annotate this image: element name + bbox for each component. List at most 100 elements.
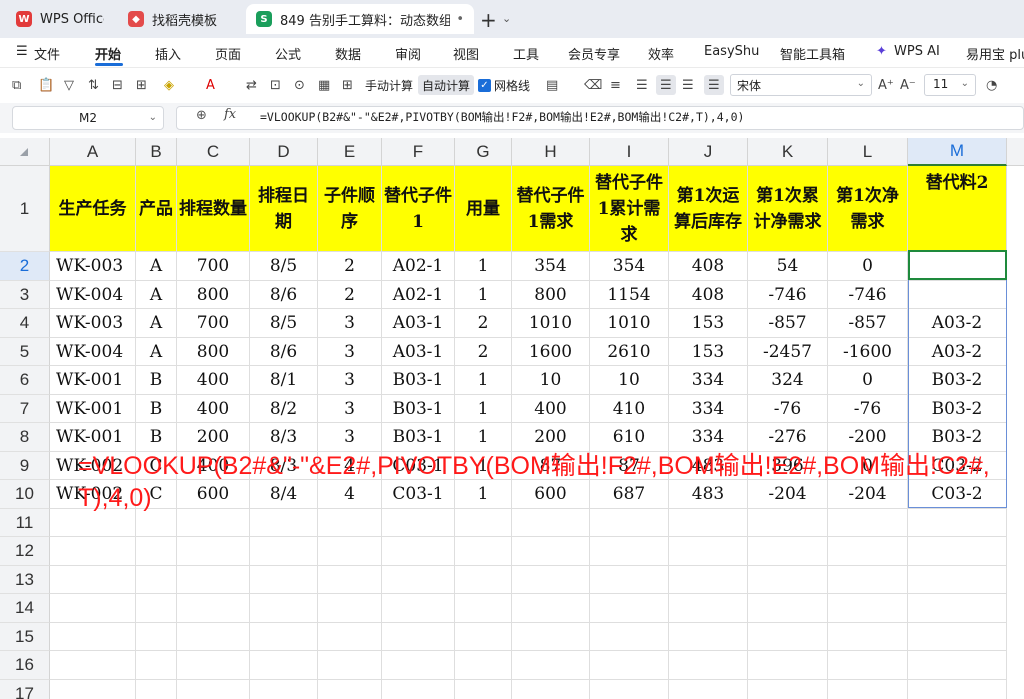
row-header-7[interactable]: 7 <box>0 395 50 423</box>
cell-L14[interactable] <box>828 594 908 623</box>
new-tab-plus-icon[interactable]: + <box>480 8 497 32</box>
cell-H4[interactable]: 1010 <box>512 309 590 338</box>
cell-L4[interactable]: -857 <box>828 309 908 338</box>
cell-M16[interactable] <box>908 651 1007 680</box>
cell-E3[interactable]: 2 <box>318 281 382 309</box>
menu-review[interactable]: 审阅 <box>395 44 421 63</box>
cell-B13[interactable] <box>136 566 177 594</box>
column-header-H[interactable]: H <box>512 138 590 166</box>
cell-K8[interactable]: -276 <box>748 423 828 452</box>
header-cell-M[interactable]: 替代料2 <box>908 166 1007 252</box>
cell-A8[interactable]: WK-001 <box>50 423 136 452</box>
cell-E17[interactable] <box>318 680 382 699</box>
cell-I13[interactable] <box>590 566 669 594</box>
align-center-icon[interactable]: ☰ <box>656 75 676 95</box>
cell-B17[interactable] <box>136 680 177 699</box>
menu-insert[interactable]: 插入 <box>155 44 181 63</box>
cell-I6[interactable]: 10 <box>590 366 669 395</box>
cell-H15[interactable] <box>512 623 590 651</box>
cell-K4[interactable]: -857 <box>748 309 828 338</box>
cell-F16[interactable] <box>382 651 455 680</box>
cell-H2[interactable]: 354 <box>512 252 590 281</box>
header-cell-G[interactable]: 用量 <box>455 166 512 252</box>
header-cell-K[interactable]: 第1次累计净需求 <box>748 166 828 252</box>
cell-M12[interactable] <box>908 537 1007 566</box>
cell-B3[interactable]: A <box>136 281 177 309</box>
column-header-F[interactable]: F <box>382 138 455 166</box>
cell-A6[interactable]: WK-001 <box>50 366 136 395</box>
chevron-down-icon[interactable]: ⌄ <box>502 12 511 25</box>
cell-K3[interactable]: -746 <box>748 281 828 309</box>
cell-C13[interactable] <box>177 566 250 594</box>
cell-H3[interactable]: 800 <box>512 281 590 309</box>
column-header-A[interactable]: A <box>50 138 136 166</box>
cell-H5[interactable]: 1600 <box>512 338 590 366</box>
name-box[interactable]: M2 ⌄ <box>12 106 164 130</box>
table-style-icon[interactable]: ▦ <box>318 75 330 95</box>
cell-G15[interactable] <box>455 623 512 651</box>
cell-M6[interactable]: B03-2 <box>908 366 1007 395</box>
cell-D7[interactable]: 8/2 <box>250 395 318 423</box>
column-header-C[interactable]: C <box>177 138 250 166</box>
cell-D6[interactable]: 8/1 <box>250 366 318 395</box>
align-top-icon[interactable]: ≡ <box>610 75 621 95</box>
row-header-9[interactable]: 9 <box>0 452 50 480</box>
cell-H16[interactable] <box>512 651 590 680</box>
cell-F7[interactable]: B03-1 <box>382 395 455 423</box>
cell-B15[interactable] <box>136 623 177 651</box>
cell-E2[interactable]: 2 <box>318 252 382 281</box>
font-size-select[interactable]: 11 ⌄ <box>924 74 976 96</box>
freeze-icon[interactable]: ⊟ <box>112 75 123 95</box>
cell-L12[interactable] <box>828 537 908 566</box>
fill-color-icon[interactable]: ◈ <box>164 75 174 95</box>
cell-L17[interactable] <box>828 680 908 699</box>
cell-E15[interactable] <box>318 623 382 651</box>
cell-H8[interactable]: 200 <box>512 423 590 452</box>
cell-B6[interactable]: B <box>136 366 177 395</box>
format-painter-icon[interactable]: ⧉ <box>12 75 21 95</box>
column-header-E[interactable]: E <box>318 138 382 166</box>
cell-B8[interactable]: B <box>136 423 177 452</box>
cell-M3[interactable] <box>908 281 1007 309</box>
fx-icon[interactable]: fx <box>224 107 236 122</box>
cell-F8[interactable]: B03-1 <box>382 423 455 452</box>
cell-L16[interactable] <box>828 651 908 680</box>
cell-J6[interactable]: 334 <box>669 366 748 395</box>
cell-K14[interactable] <box>748 594 828 623</box>
merge-icon[interactable]: ⊡ <box>270 75 281 95</box>
decrease-font-icon[interactable]: A⁻ <box>900 75 916 95</box>
cell-E4[interactable]: 3 <box>318 309 382 338</box>
menu-easyshu[interactable]: EasyShu <box>704 44 759 59</box>
cell-I16[interactable] <box>590 651 669 680</box>
row-header-11[interactable]: 11 <box>0 509 50 537</box>
cell-H12[interactable] <box>512 537 590 566</box>
cell-B16[interactable] <box>136 651 177 680</box>
cell-K5[interactable]: -2457 <box>748 338 828 366</box>
row-header-17[interactable]: 17 <box>0 680 50 699</box>
row-header-1[interactable]: 1 <box>0 166 50 252</box>
cell-F17[interactable] <box>382 680 455 699</box>
cell-F4[interactable]: A03-1 <box>382 309 455 338</box>
cell-I7[interactable]: 410 <box>590 395 669 423</box>
cell-A4[interactable]: WK-003 <box>50 309 136 338</box>
cell-M15[interactable] <box>908 623 1007 651</box>
cell-A5[interactable]: WK-004 <box>50 338 136 366</box>
menu-formulas[interactable]: 公式 <box>275 44 301 63</box>
number-format-icon[interactable]: ⊙ <box>294 75 305 95</box>
cell-K17[interactable] <box>748 680 828 699</box>
cell-L7[interactable]: -76 <box>828 395 908 423</box>
cell-G4[interactable]: 2 <box>455 309 512 338</box>
cell-D15[interactable] <box>250 623 318 651</box>
menu-tools[interactable]: 工具 <box>513 44 539 63</box>
select-all-corner[interactable] <box>0 138 50 166</box>
header-cell-I[interactable]: 替代子件1累计需求 <box>590 166 669 252</box>
cell-L3[interactable]: -746 <box>828 281 908 309</box>
cell-M14[interactable] <box>908 594 1007 623</box>
column-header-M[interactable]: M <box>908 138 1007 166</box>
cell-E5[interactable]: 3 <box>318 338 382 366</box>
menu-file[interactable]: 文件 <box>34 44 60 63</box>
cell-A13[interactable] <box>50 566 136 594</box>
cell-G2[interactable]: 1 <box>455 252 512 281</box>
header-cell-L[interactable]: 第1次净需求 <box>828 166 908 252</box>
cell-A7[interactable]: WK-001 <box>50 395 136 423</box>
